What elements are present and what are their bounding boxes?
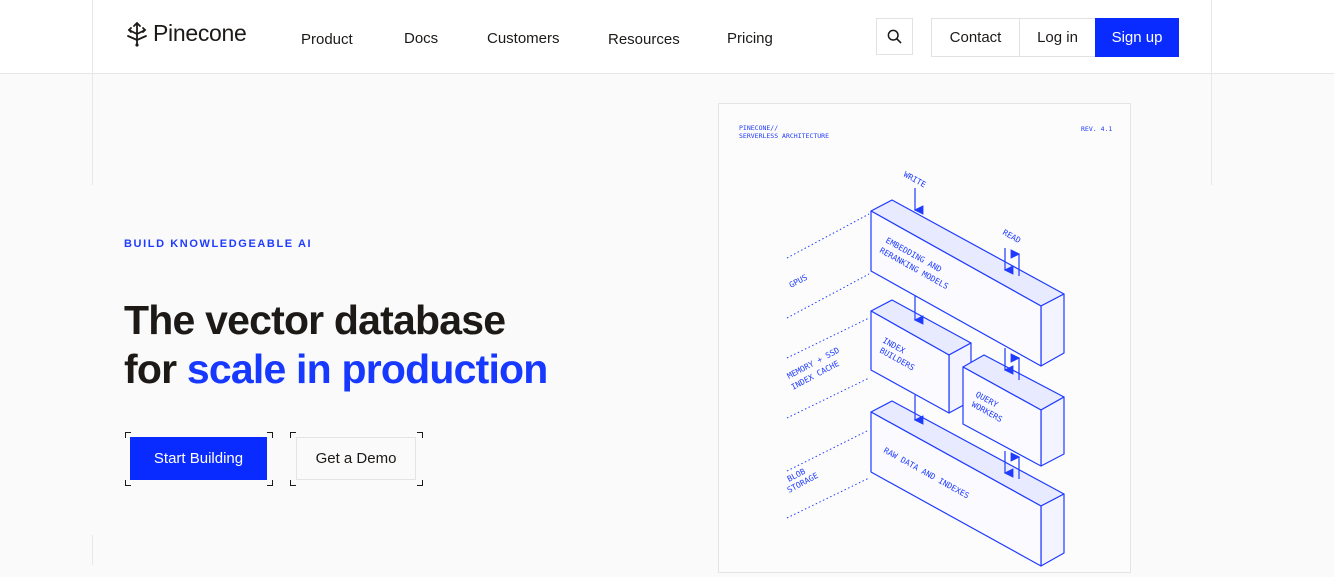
start-building-button[interactable]: Start Building [130, 437, 267, 480]
diagram-header-left-1: PINECONE// [739, 124, 778, 132]
label-read: READ [1001, 228, 1022, 245]
cta-corner-br [267, 480, 273, 486]
diagram-header-left-2: SERVERLESS ARCHITECTURE [739, 132, 829, 140]
pinecone-logo-link[interactable]: Pinecone [125, 20, 247, 47]
nav-pricing[interactable]: Pricing [727, 30, 773, 47]
top-navigation-bar: Pinecone Product Docs Customers Resource… [0, 0, 1334, 74]
label-write: WRITE [902, 170, 928, 190]
demo-corner-tr [417, 432, 423, 438]
headline-line-2-accent: scale in production [186, 346, 548, 392]
demo-corner-br [417, 480, 423, 486]
signup-button[interactable]: Sign up [1095, 18, 1179, 57]
nav-product[interactable]: Product [301, 31, 353, 48]
hero-eyebrow: BUILD KNOWLEDGEABLE AI [124, 238, 313, 250]
cta-corner-bl [125, 480, 131, 486]
login-button[interactable]: Log in [1020, 19, 1095, 56]
hero-headline: The vector database for scale in product… [124, 296, 548, 394]
demo-corner-bl [290, 480, 296, 486]
serverless-architecture-diagram: PINECONE// SERVERLESS ARCHITECTURE REV. … [739, 124, 1112, 567]
nav-customers[interactable]: Customers [487, 30, 560, 47]
account-button-group: Contact Log in [931, 18, 1096, 57]
nav-resources[interactable]: Resources [608, 31, 680, 48]
brand-name: Pinecone [153, 20, 247, 46]
side-label-gpus: GPUS [788, 273, 809, 290]
diagram-header-right: REV. 4.1 [1081, 125, 1112, 133]
cta-corner-tr [267, 432, 273, 438]
header-divider-right [1211, 0, 1212, 74]
architecture-diagram-card: PINECONE// SERVERLESS ARCHITECTURE REV. … [718, 103, 1131, 573]
headline-line-2-plain: for [124, 346, 187, 392]
get-a-demo-button[interactable]: Get a Demo [296, 437, 416, 480]
headline-line-1: The vector database [124, 297, 506, 343]
header-divider-left [92, 0, 93, 74]
pinecone-logo-icon [127, 21, 147, 47]
search-button[interactable] [876, 18, 913, 55]
frame-line-left-bottom [92, 535, 93, 565]
nav-docs[interactable]: Docs [404, 30, 438, 47]
search-icon [887, 29, 902, 44]
contact-button[interactable]: Contact [932, 19, 1020, 56]
